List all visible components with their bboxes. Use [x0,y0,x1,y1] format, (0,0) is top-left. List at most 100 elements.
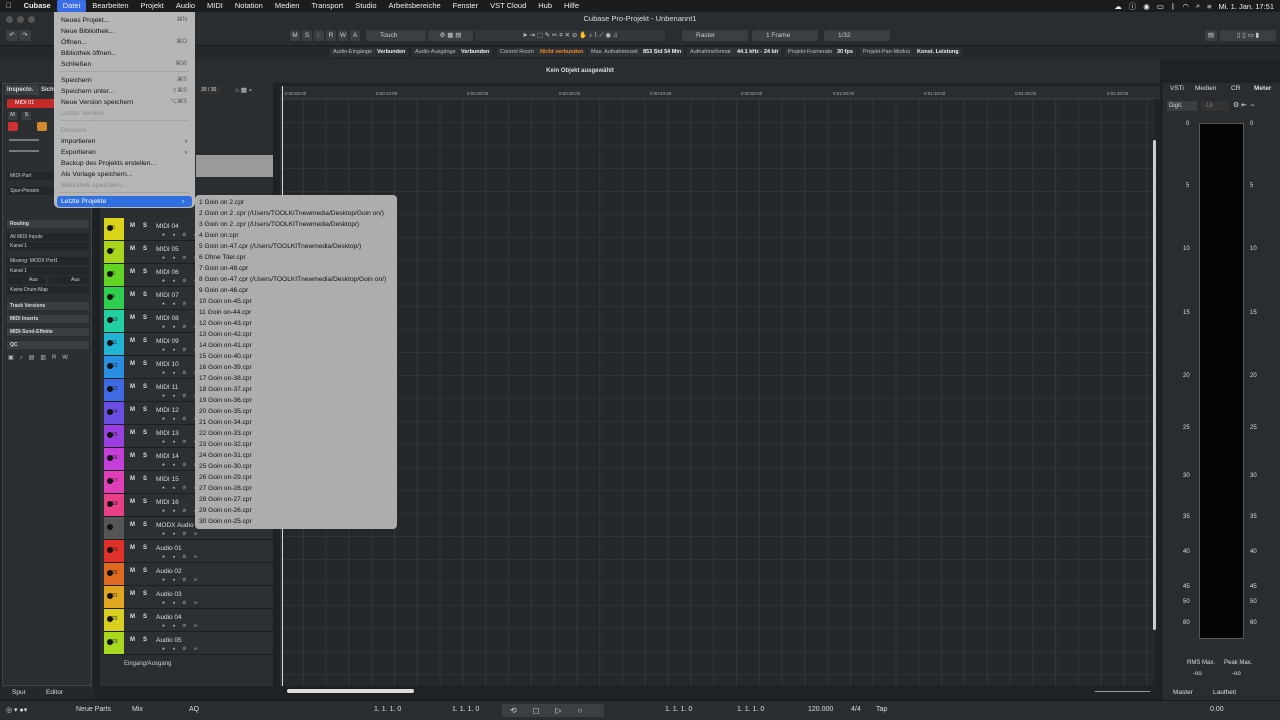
tab-vsti[interactable]: VSTi [1170,85,1184,92]
track-name[interactable]: MIDI 05 [156,246,179,253]
minimize-window-button[interactable] [17,16,24,23]
volume-slider[interactable] [9,139,39,141]
track-name[interactable]: MIDI 04 [156,223,179,230]
track-solo-button[interactable]: S [143,430,147,436]
recent-project-item[interactable]: 16 Goin on-39.cpr [199,362,252,373]
section-routing[interactable]: Routing [7,220,89,228]
track-mute-button[interactable]: M [130,384,135,390]
menu-datei[interactable]: Datei [56,0,87,12]
selected-track-strip[interactable] [196,155,273,177]
read-automation-button[interactable]: R [326,30,336,41]
recent-project-item[interactable]: 29 Goin on-26.cpr [199,505,252,516]
file-menu-item[interactable]: Importieren › [54,136,195,147]
auto-quantize-button[interactable]: AQ [189,706,199,713]
section-midi-sends[interactable]: MIDI-Send-Effekte [7,328,89,336]
menu-audio[interactable]: Audio [170,0,201,12]
file-menu-item[interactable]: Speichern ⌘S [54,75,195,86]
tab-loudness[interactable]: Lautheit [1213,689,1236,696]
track-mute-button[interactable]: M [130,522,135,528]
tempo-display[interactable]: 120.000 [808,706,833,713]
file-menu-item[interactable]: Exportieren › [54,147,195,158]
recent-project-item[interactable]: 28 Goin on-27.cpr [199,494,252,505]
menu-studio[interactable]: Studio [349,0,382,12]
recent-project-item[interactable]: 23 Goin on-32.cpr [199,439,252,450]
info-icon[interactable]: ⓘ [1129,1,1137,12]
quantize-value-select[interactable]: 1/32 [824,30,890,41]
track-solo-button[interactable]: S [143,246,147,252]
secondary-time-display[interactable]: 1. 1. 1. 0 [737,706,764,713]
automation-mode-select[interactable]: Touch [366,30,426,41]
output-channel-select[interactable]: Kanal 1 [7,267,89,275]
tool-palette[interactable]: ➤ ⇥ ⬚ ✎ ✂ ⌗ ✕ ⊘ ✋ ♪ ⌇ ⟋ ◉ ♫ [475,30,665,41]
menu-projekt[interactable]: Projekt [135,0,170,12]
file-menu-item[interactable]: Schließen ⌘W [54,59,195,70]
file-menu-item[interactable]: Neues Projekt... ⌘N [54,15,195,26]
tab-editor[interactable]: Editor [46,689,63,696]
recent-project-item[interactable]: 3 Goin on 2 .cpr (/Users/TOOLKITnewmedia… [199,219,359,230]
track-name[interactable]: Audio 03 [156,591,182,598]
track-controls-icons[interactable]: ● ◂ ⊘ ∞ [162,646,200,652]
zoom-slider[interactable] [1095,691,1150,692]
track-solo-button[interactable]: S [143,591,147,597]
track-name[interactable]: MIDI 08 [156,315,179,322]
recent-project-item[interactable]: 17 Goin on-38.cpr [199,373,252,384]
inspector-track-name[interactable]: MIDI 01 [7,99,57,108]
track-mute-button[interactable]: M [130,292,135,298]
recent-project-item[interactable]: 7 Goin on-48.cpr [199,263,248,274]
menu-transport[interactable]: Transport [305,0,349,12]
timeline-ruler[interactable]: 0:00:00:00 0:00:10:00 0:00:20:00 0:00:30… [280,86,1160,99]
track-mute-button[interactable]: M [130,453,135,459]
track-name[interactable]: Audio 04 [156,614,182,621]
write-automation-button[interactable]: W [338,30,348,41]
meter-settings-icons[interactable]: ⚙ ⇤ ⇔ [1233,101,1256,109]
track-controls-icons[interactable]: ● ◂ ⊘ ∞ [162,600,200,606]
snap-type-select[interactable]: Raster [682,30,748,41]
menu-hub[interactable]: Hub [532,0,558,12]
transport-controls[interactable]: ⟲◻▷○ [502,704,604,717]
search-icon[interactable]: ⌕ [1196,1,1200,11]
record-enable-icon[interactable] [107,524,113,530]
track-mute-button[interactable]: M [130,476,135,482]
tap-tempo-button[interactable]: Tap [876,706,887,713]
section-midi-inserts[interactable]: MIDI Inserts [7,315,89,323]
menu-arbeitsbereiche[interactable]: Arbeitsbereiche [383,0,447,12]
clock[interactable]: Mi. 1. Jan. 17:51 [1219,2,1274,11]
track-solo-button[interactable]: S [143,338,147,344]
midi-input-select[interactable]: All MIDI Inputs [7,233,89,241]
left-locator[interactable]: 1. 1. 1. 0 [374,706,401,713]
zoom-window-button[interactable] [28,16,35,23]
inspector-mute-button[interactable]: M [8,112,17,120]
recent-project-item[interactable]: 27 Goin on-28.cpr [199,483,252,494]
recent-project-item[interactable]: 5 Goin on-47.cpr (/Users/TOOLKITnewmedia… [199,241,361,252]
track-controls-icons[interactable]: ● ◂ ⊘ ∞ [162,623,200,629]
file-menu-item[interactable]: Backup des Projekts erstellen... [54,158,195,169]
file-menu-item[interactable]: Bibliothek öffnen... [54,48,195,59]
window-layout-icon[interactable]: ▤ [1205,30,1217,41]
tab-cr[interactable]: CR [1231,85,1240,92]
track-name[interactable]: MIDI 06 [156,269,179,276]
section-track-versions[interactable]: Track Versions [7,302,89,310]
primary-time-display[interactable]: 1. 1. 1. 0 [665,706,692,713]
right-locator[interactable]: 1. 1. 1. 0 [452,706,479,713]
track-solo-button[interactable]: S [143,292,147,298]
menu-hilfe[interactable]: Hilfe [558,0,585,12]
track-name[interactable]: Audio 05 [156,637,182,644]
track-name[interactable]: MIDI 15 [156,476,179,483]
track-mute-button[interactable]: M [130,361,135,367]
track-solo-button[interactable]: S [143,407,147,413]
mix-mode-select[interactable]: Mix [132,706,143,713]
input-channel-select[interactable]: Kanal 1 [7,242,89,250]
battery-icon[interactable]: ▭ [1157,2,1164,11]
menu-midi[interactable]: MIDI [201,0,229,12]
track-mute-button[interactable]: M [130,591,135,597]
inspector-monitor-button[interactable] [37,122,47,131]
track-solo-button[interactable]: S [143,522,147,528]
track-solo-button[interactable]: S [143,384,147,390]
program-select[interactable]: Aus [49,276,89,284]
cloud-icon[interactable]: ☁ [1114,2,1122,11]
recent-project-item[interactable]: 24 Goin on-31.cpr [199,450,252,461]
recent-project-item[interactable]: 6 Ohne Titel.cpr [199,252,246,263]
zone-toggle-icons[interactable]: ▯ ▯ ▭ ▮ [1220,30,1276,41]
tab-spur[interactable]: Spur [12,689,26,696]
track-controls-icons[interactable]: ● ◂ ⊘ ∞ [162,531,200,537]
